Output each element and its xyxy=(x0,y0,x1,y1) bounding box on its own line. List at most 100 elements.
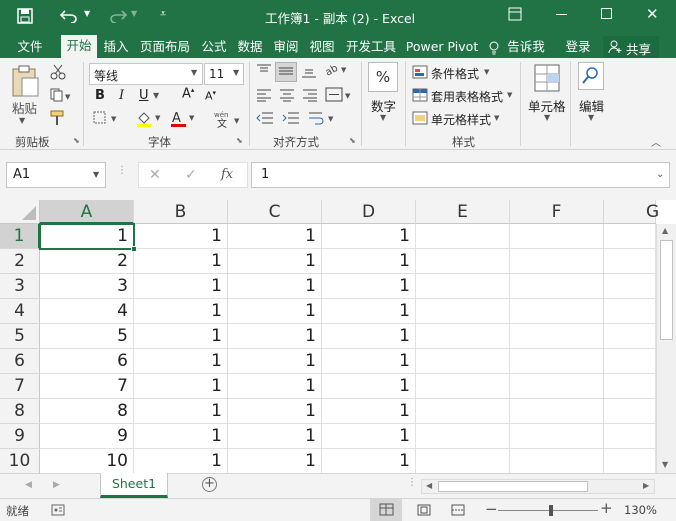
cell-b9[interactable]: 1 xyxy=(134,424,228,449)
vertical-scrollbar[interactable]: ▲ ▼ xyxy=(656,224,676,473)
cell-d3[interactable]: 1 xyxy=(322,274,416,299)
cell-g9[interactable] xyxy=(604,424,656,449)
cell-c5[interactable]: 1 xyxy=(228,324,322,349)
row-header-7[interactable]: 7 xyxy=(0,374,40,399)
formula-input[interactable]: 1 ⌄ xyxy=(251,162,670,188)
collapse-ribbon-icon[interactable]: ︿ xyxy=(651,134,661,149)
cell-f4[interactable] xyxy=(510,299,604,324)
cell-g7[interactable] xyxy=(604,374,656,399)
normal-view-icon[interactable] xyxy=(370,499,402,521)
conditional-format-icon[interactable] xyxy=(412,65,428,79)
bold-button[interactable]: B xyxy=(95,88,105,103)
row-header-6[interactable]: 6 xyxy=(0,349,40,374)
ribbon-display-icon[interactable] xyxy=(508,7,522,21)
fill-color-icon[interactable]: ▼ xyxy=(136,110,164,128)
cell-styles-button[interactable]: 单元格样式 xyxy=(431,111,491,128)
column-header-d[interactable]: D xyxy=(322,200,416,224)
cell-e7[interactable] xyxy=(416,374,510,399)
cell-b3[interactable]: 1 xyxy=(134,274,228,299)
cell-c1[interactable]: 1 xyxy=(228,224,322,249)
redo-dropdown-icon[interactable]: ▼ xyxy=(131,9,137,18)
scroll-up-icon[interactable]: ▲ xyxy=(662,226,668,235)
cell-e1[interactable] xyxy=(416,224,510,249)
cell-c10[interactable]: 1 xyxy=(228,449,322,474)
row-header-3[interactable]: 3 xyxy=(0,274,40,299)
font-name-select[interactable]: 等线 ▼ xyxy=(89,63,203,85)
macro-record-icon[interactable] xyxy=(51,504,65,516)
cell-b1[interactable]: 1 xyxy=(134,224,228,249)
page-layout-view-icon[interactable] xyxy=(417,504,431,516)
percent-icon[interactable]: % xyxy=(368,62,398,92)
fill-handle[interactable] xyxy=(131,246,137,252)
column-header-e[interactable]: E xyxy=(416,200,510,224)
select-all-button[interactable] xyxy=(0,200,40,224)
expand-formula-icon[interactable]: ⌄ xyxy=(656,169,664,180)
cell-d4[interactable]: 1 xyxy=(322,299,416,324)
cells-dropdown-icon[interactable]: ▼ xyxy=(544,113,550,122)
customize-qat-icon[interactable]: ⩡ xyxy=(160,7,166,21)
search-icon[interactable] xyxy=(578,62,604,90)
tab-file[interactable]: 文件 xyxy=(10,36,50,58)
cell-g3[interactable] xyxy=(604,274,656,299)
middle-align-button[interactable] xyxy=(275,62,297,82)
cell-a5[interactable]: 5 xyxy=(40,324,134,349)
row-header-10[interactable]: 10 xyxy=(0,449,40,474)
cell-c7[interactable]: 1 xyxy=(228,374,322,399)
close-icon[interactable]: ✕ xyxy=(646,5,659,23)
more-handle-icon[interactable]: ⋮ xyxy=(117,166,127,176)
cell-g5[interactable] xyxy=(604,324,656,349)
conditional-format-button[interactable]: 条件格式 xyxy=(431,65,479,82)
font-size-select[interactable]: 11 ▼ xyxy=(204,63,244,85)
top-align-icon[interactable] xyxy=(256,64,272,78)
clipboard-launcher-icon[interactable]: ⬊ xyxy=(73,136,80,145)
undo-dropdown-icon[interactable]: ▼ xyxy=(84,9,90,18)
decrease-font-icon[interactable]: A▾ xyxy=(205,89,216,103)
scroll-down-icon[interactable]: ▼ xyxy=(662,460,668,469)
cell-e3[interactable] xyxy=(416,274,510,299)
cell-b4[interactable]: 1 xyxy=(134,299,228,324)
column-header-c[interactable]: C xyxy=(228,200,322,224)
underline-button[interactable]: U xyxy=(139,88,149,103)
tab-power-pivot[interactable]: Power Pivot xyxy=(404,36,480,58)
column-header-a[interactable]: A xyxy=(40,200,134,224)
scroll-right-icon[interactable]: ▶ xyxy=(643,481,649,490)
editing-dropdown-icon[interactable]: ▼ xyxy=(588,113,594,122)
paste-icon[interactable] xyxy=(10,64,40,98)
paste-label[interactable]: 粘贴 xyxy=(12,98,37,117)
alignment-launcher-icon[interactable]: ⬊ xyxy=(349,136,356,145)
minimize-icon[interactable] xyxy=(556,14,567,15)
cell-c9[interactable]: 1 xyxy=(228,424,322,449)
row-header-9[interactable]: 9 xyxy=(0,424,40,449)
paste-dropdown-icon[interactable]: ▼ xyxy=(19,116,25,125)
cell-f8[interactable] xyxy=(510,399,604,424)
undo-icon[interactable] xyxy=(60,7,80,23)
tab-data[interactable]: 数据 xyxy=(234,36,266,58)
prev-sheet-icon[interactable]: ◀ xyxy=(25,480,32,490)
tab-insert[interactable]: 插入 xyxy=(100,36,132,58)
confirm-icon[interactable]: ✓ xyxy=(185,167,197,183)
tab-developer[interactable]: 开发工具 xyxy=(342,36,400,58)
cancel-icon[interactable]: ✕ xyxy=(149,167,161,183)
align-center-icon[interactable] xyxy=(279,88,295,102)
format-table-icon[interactable] xyxy=(412,88,428,102)
row-header-4[interactable]: 4 xyxy=(0,299,40,324)
tab-home[interactable]: 开始 xyxy=(61,35,97,58)
redo-icon[interactable] xyxy=(107,7,127,23)
cell-b7[interactable]: 1 xyxy=(134,374,228,399)
column-header-f[interactable]: F xyxy=(510,200,604,224)
cell-e2[interactable] xyxy=(416,249,510,274)
cell-a4[interactable]: 4 xyxy=(40,299,134,324)
maximize-icon[interactable] xyxy=(601,8,612,19)
format-painter-icon[interactable] xyxy=(50,110,66,126)
cell-g8[interactable] xyxy=(604,399,656,424)
worksheet-grid[interactable]: A B C D E F G 11111221113311144111551116… xyxy=(0,200,676,474)
cell-a3[interactable]: 3 xyxy=(40,274,134,299)
cell-e4[interactable] xyxy=(416,299,510,324)
tab-view[interactable]: 视图 xyxy=(306,36,338,58)
cell-d8[interactable]: 1 xyxy=(322,399,416,424)
tab-splitter-icon[interactable]: ⋮ xyxy=(407,478,417,488)
align-right-icon[interactable] xyxy=(302,88,318,102)
font-color-icon[interactable]: A ▼ xyxy=(170,110,198,128)
increase-indent-icon[interactable] xyxy=(282,111,300,125)
tab-review[interactable]: 审阅 xyxy=(270,36,302,58)
